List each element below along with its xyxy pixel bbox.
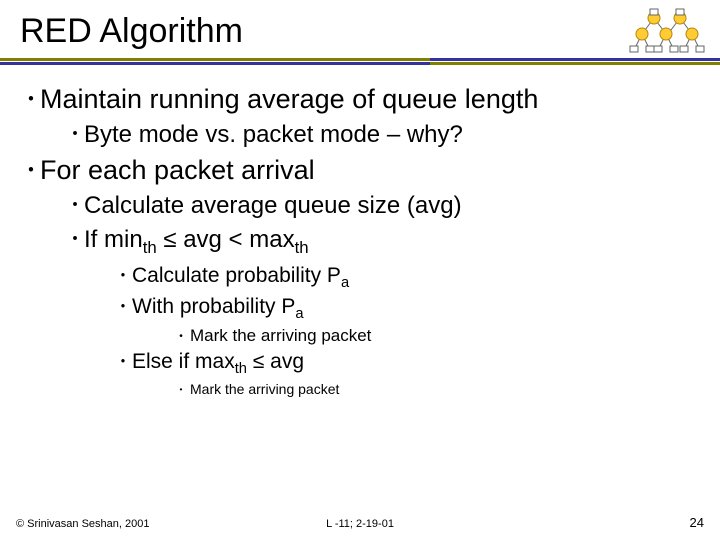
bullet-text: Calculate probability Pa <box>132 264 349 287</box>
bullet-icon <box>66 192 84 220</box>
bullet-text: Mark the arriving packet <box>190 381 339 397</box>
bullet-text: Else if maxth ≤ avg <box>132 350 304 373</box>
bullet-l3: Else if maxth ≤ avg <box>114 350 702 377</box>
bullet-l4: Mark the arriving packet <box>172 326 702 346</box>
bullet-text: For each packet arrival <box>40 155 315 185</box>
bullet-icon <box>172 326 190 346</box>
bullet-icon <box>114 295 132 319</box>
bullet-text: Calculate average queue size (avg) <box>84 192 462 219</box>
title-underline <box>0 58 720 64</box>
footer-page-number: 24 <box>690 515 704 530</box>
bullet-text: With probability Pa <box>132 295 304 318</box>
bullet-icon <box>172 381 190 397</box>
slide-title: RED Algorithm <box>20 12 243 51</box>
bullet-text: If minth ≤ avg < maxth <box>84 226 309 253</box>
bullet-icon <box>66 121 84 149</box>
bullet-l2: Calculate average queue size (avg) <box>66 192 702 220</box>
bullet-l1: For each packet arrival <box>22 155 702 186</box>
bullet-icon <box>114 264 132 288</box>
bullet-text: Maintain running average of queue length <box>40 84 538 114</box>
bullet-text: Mark the arriving packet <box>190 326 371 345</box>
network-logo-icon <box>628 6 706 58</box>
footer-lecture-id: L -11; 2-19-01 <box>0 518 720 530</box>
bullet-l2: Byte mode vs. packet mode – why? <box>66 121 702 149</box>
bullet-text: Byte mode vs. packet mode – why? <box>84 121 463 148</box>
bullet-l2: If minth ≤ avg < maxth <box>66 226 702 258</box>
bullet-l5: Mark the arriving packet <box>172 381 702 397</box>
bullet-icon <box>22 155 40 186</box>
bullet-l1: Maintain running average of queue length <box>22 84 702 115</box>
bullet-icon <box>114 350 132 374</box>
bullet-icon <box>66 226 84 254</box>
bullet-icon <box>22 84 40 115</box>
bullet-l3: Calculate probability Pa <box>114 264 702 291</box>
bullet-l3: With probability Pa <box>114 295 702 322</box>
slide-body: Maintain running average of queue length… <box>22 78 702 399</box>
